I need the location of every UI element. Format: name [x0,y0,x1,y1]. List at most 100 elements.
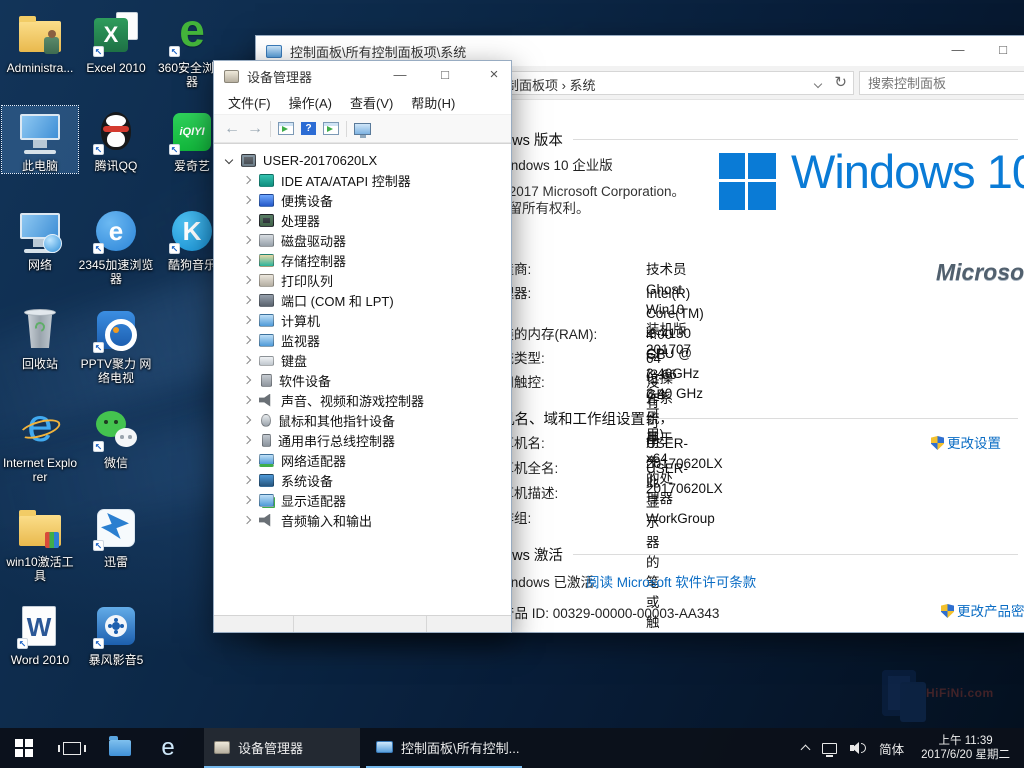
ime-indicator[interactable]: 简体 [879,739,904,758]
windows-edition: Windows 10 企业版 [495,154,613,174]
desktop-icon-qq[interactable]: ↖ 腾讯QQ [78,106,154,173]
chevron-right-icon[interactable] [243,316,251,324]
menu-help[interactable]: 帮助(H) [403,90,463,115]
tree-item[interactable]: 软件设备 [214,370,511,390]
chevron-right-icon[interactable] [243,176,251,184]
tree-item[interactable]: 系统设备 [214,470,511,490]
chevron-right-icon[interactable] [243,336,251,344]
help-icon[interactable]: ? [301,122,316,135]
shortcut-arrow-icon: ↖ [93,638,104,649]
tree-item[interactable]: 打印队列 [214,270,511,290]
network-tray-icon[interactable] [822,743,837,754]
change-settings-link[interactable]: 更改设置 [947,436,1001,451]
change-product-key[interactable]: 更改产品密钥 [941,602,1024,622]
desktop-icon-recycle-bin[interactable]: 回收站 [2,304,78,371]
menu-view[interactable]: 查看(V) [342,90,401,115]
taskbar-button-control-panel[interactable]: 控制面板\所有控制... [366,728,522,768]
desktop-icon-xunlei[interactable]: ↖ 迅雷 [78,502,154,569]
device-manager-titlebar[interactable]: 设备管理器 — □ × [214,61,511,91]
chevron-right-icon[interactable] [243,476,251,484]
search-box[interactable] [859,71,1024,95]
tree-item[interactable]: 存储控制器 [214,250,511,270]
minimize-button[interactable]: — [385,61,415,91]
desktop-icon-internet-explorer[interactable]: e Internet Explorer [2,403,78,484]
shortcut-arrow-icon: ↖ [169,144,180,155]
chevron-right-icon[interactable] [243,256,251,264]
desktop-icon-pptv[interactable]: ↖ PPTV聚力 网络电视 [78,304,154,385]
tree-item[interactable]: 便携设备 [214,190,511,210]
desktop-icon-baofeng[interactable]: ↖ 暴风影音5 [78,600,154,667]
tree-item[interactable]: 键盘 [214,350,511,370]
chevron-expanded-icon[interactable] [225,156,233,164]
menu-file[interactable]: 文件(F) [220,90,279,115]
chevron-right-icon[interactable] [243,456,251,464]
chevron-right-icon[interactable] [243,276,251,284]
processors-icon [259,214,274,227]
system-tray: 简体 上午 11:39 2017/6/20 星期二 [802,728,1024,768]
watermark-text: HiFiNi.com [926,686,994,700]
internet-explorer-button[interactable]: e [144,728,192,768]
change-product-key-link[interactable]: 更改产品密钥 [957,604,1024,619]
file-explorer-icon [109,740,131,756]
audio-inputs-outputs-icon [259,514,274,527]
chevron-right-icon[interactable] [243,496,251,504]
desktop-icon-excel[interactable]: X↖ Excel 2010 [78,8,154,75]
taskbar-button-device-manager[interactable]: 设备管理器 [204,728,360,768]
tree-item[interactable]: 端口 (COM 和 LPT) [214,290,511,310]
chevron-right-icon[interactable] [243,236,251,244]
chevron-right-icon[interactable] [243,216,251,224]
chevron-down-icon[interactable] [814,80,822,88]
change-settings[interactable]: 更改设置 [931,434,1001,454]
scan-hardware-changes-icon[interactable] [354,123,371,135]
window-title: 控制面板\所有控制面板项\系统 [290,42,466,61]
desktop-icon-word[interactable]: W↖ Word 2010 [2,600,78,667]
chevron-right-icon[interactable] [243,296,251,304]
2345-browser-icon: e↖ [92,207,140,255]
show-console-tree-icon[interactable] [278,122,294,135]
chevron-right-icon[interactable] [243,416,251,424]
maximize-button[interactable]: □ [430,61,460,91]
desktop-icon-wechat[interactable]: ↖ 微信 [78,403,154,470]
menu-action[interactable]: 操作(A) [281,90,340,115]
chevron-right-icon[interactable] [243,436,251,444]
computer-root-icon [241,154,256,167]
search-input[interactable] [860,72,1024,94]
task-view-button[interactable] [48,728,96,768]
chevron-right-icon[interactable] [243,376,251,384]
desktop-icon-win10-activator[interactable]: win10激活工具 [2,502,78,583]
minimize-button[interactable]: — [940,36,976,66]
administrator-folder-icon [16,10,64,58]
tree-item[interactable]: 监视器 [214,330,511,350]
tree-item[interactable]: 鼠标和其他指针设备 [214,410,511,430]
volume-tray-icon[interactable] [850,742,866,755]
tree-root[interactable]: USER-20170620LX [214,150,511,170]
tree-item[interactable]: 通用串行总线控制器 [214,430,511,450]
back-icon[interactable]: ← [224,121,240,137]
desktop-icon-2345browser[interactable]: e↖ 2345加速浏览器 [78,205,154,286]
tree-item[interactable]: 显示适配器 [214,490,511,510]
chevron-right-icon[interactable] [243,516,251,524]
desktop-icon-administrator[interactable]: Administra... [2,8,78,75]
show-hidden-icons-chevron[interactable] [801,745,811,755]
file-explorer-button[interactable] [96,728,144,768]
forward-icon[interactable]: → [247,121,263,137]
desktop-icon-network[interactable]: 网络 [2,205,78,272]
action-pane-icon[interactable] [323,122,339,135]
license-terms-link[interactable]: 阅读 Microsoft 软件许可条款 [586,571,756,591]
tree-item[interactable]: IDE ATA/ATAPI 控制器 [214,170,511,190]
chevron-right-icon[interactable] [243,196,251,204]
tree-item[interactable]: 网络适配器 [214,450,511,470]
chevron-right-icon[interactable] [243,356,251,364]
close-button[interactable]: × [476,61,512,91]
tree-item[interactable]: 音频输入和输出 [214,510,511,530]
start-button[interactable] [0,728,48,768]
desktop-icon-this-pc[interactable]: 此电脑 [2,106,78,173]
taskbar-clock[interactable]: 上午 11:39 2017/6/20 星期二 [917,734,1014,762]
tree-item[interactable]: 磁盘驱动器 [214,230,511,250]
chevron-right-icon[interactable] [243,396,251,404]
tree-item[interactable]: 声音、视频和游戏控制器 [214,390,511,410]
tree-item[interactable]: 处理器 [214,210,511,230]
tree-item[interactable]: 计算机 [214,310,511,330]
refresh-icon[interactable]: ↻ [834,73,847,91]
maximize-button[interactable]: □ [985,36,1021,66]
